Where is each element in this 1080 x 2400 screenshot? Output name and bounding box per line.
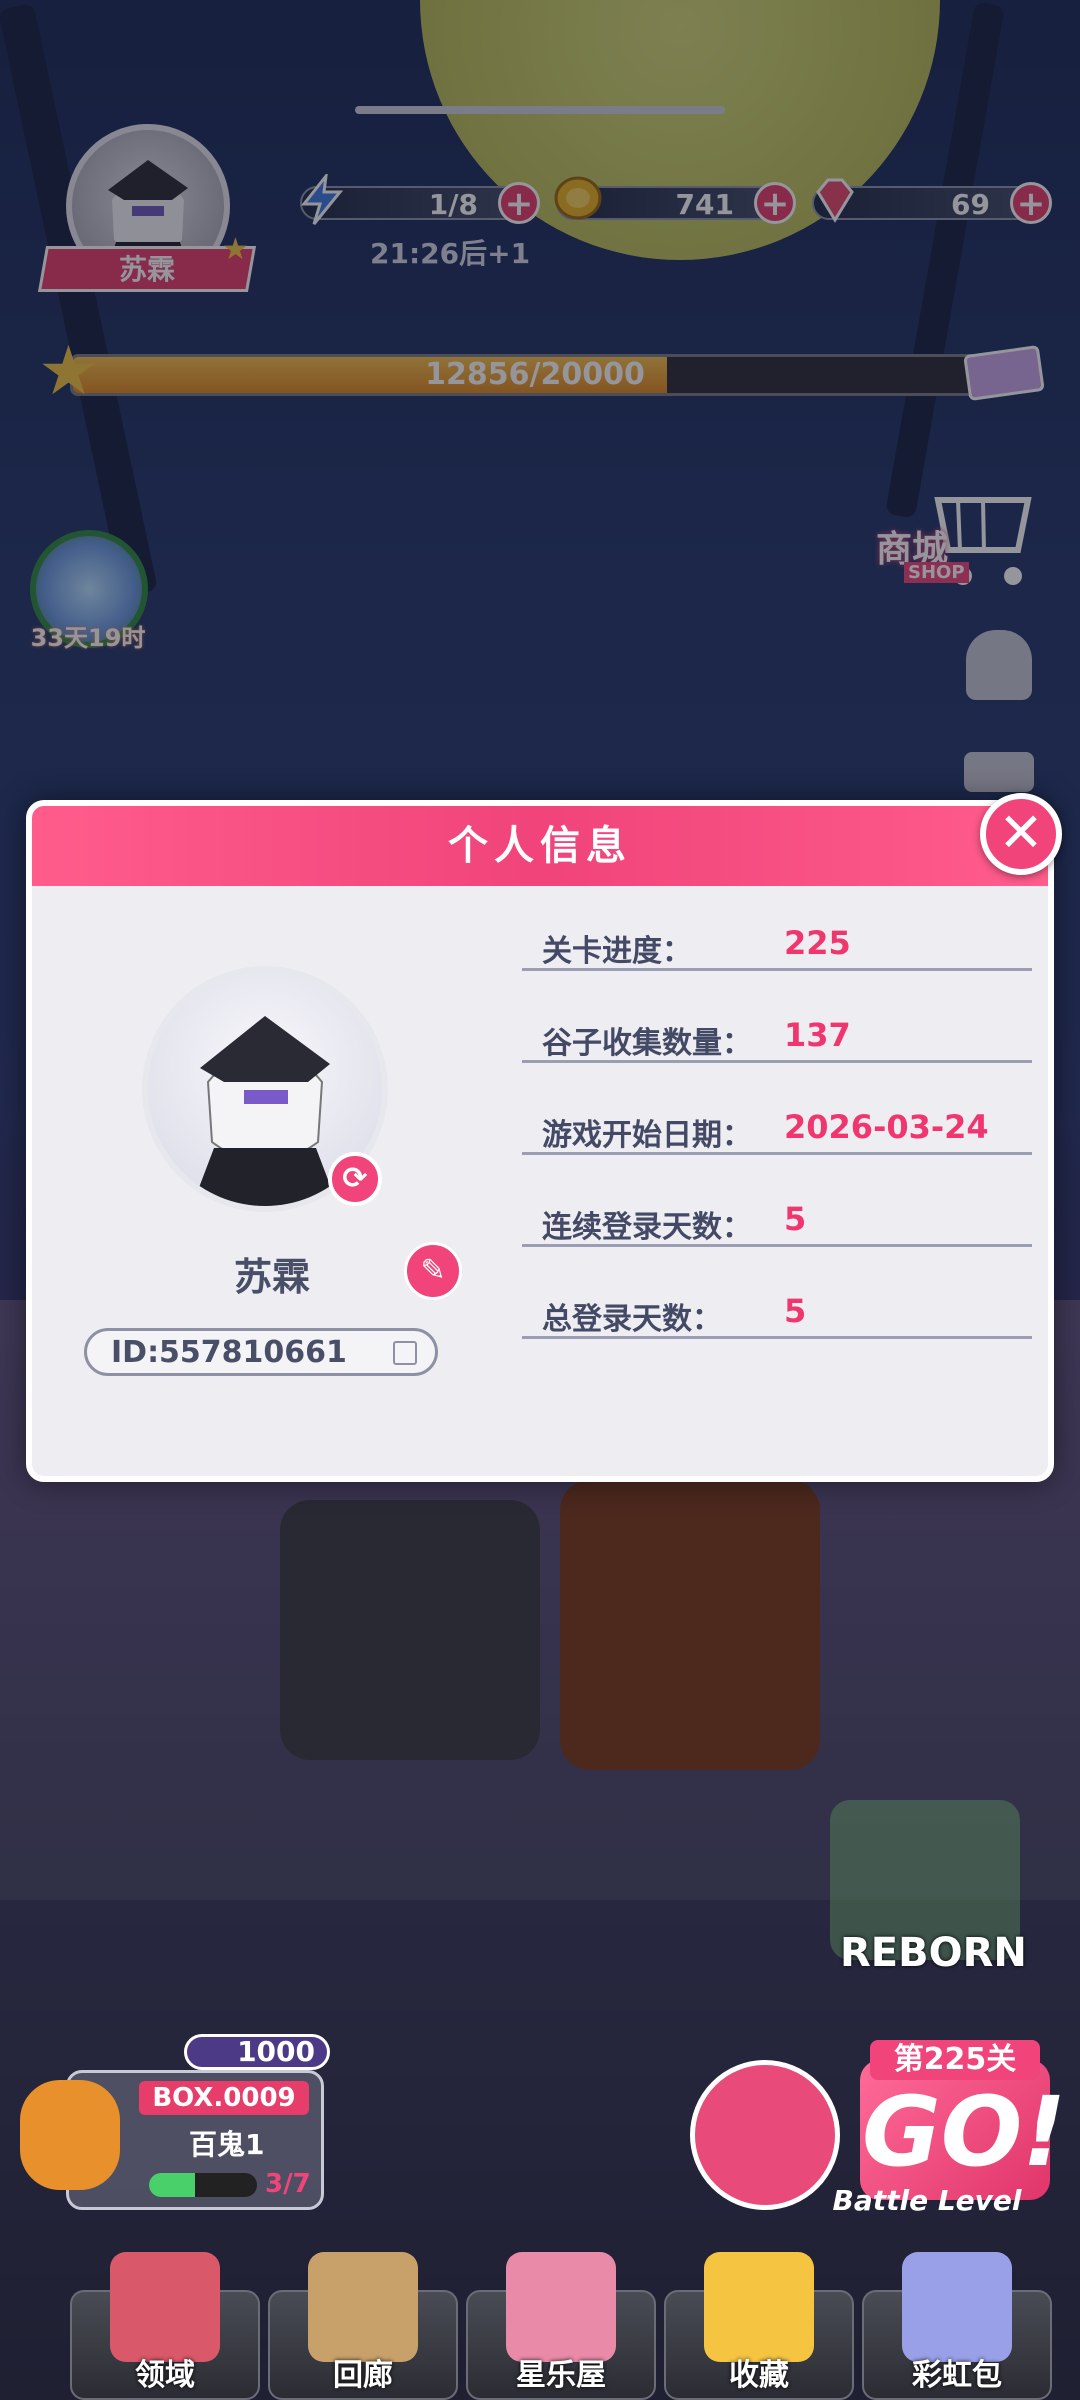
stage-label: 第225关 [870, 2040, 1040, 2080]
edit-name-button[interactable]: ✎ [404, 1242, 462, 1300]
stat-divider [522, 1336, 1032, 1339]
change-avatar-icon[interactable]: ⟳ [328, 1152, 382, 1206]
stat-divider [522, 968, 1032, 971]
stat-value: 137 [784, 1016, 851, 1054]
close-button[interactable]: ✕ [980, 793, 1062, 875]
player-id: ID:557810661 [111, 1335, 347, 1370]
battle-level-label: Battle Level [832, 2184, 1022, 2217]
nav-item[interactable]: 彩虹包 [862, 2252, 1052, 2400]
stat-label: 谷子收集数量： [542, 1026, 752, 1061]
profile-name: 苏霖 [233, 1255, 310, 1299]
box-currency: 1000 [184, 2034, 330, 2070]
stat-divider [522, 1060, 1032, 1063]
stat-label: 游戏开始日期： [542, 1118, 752, 1153]
stat-label: 总登录天数： [542, 1302, 722, 1337]
battle-go-button[interactable]: 第225关 GO! Battle Level [690, 2020, 1067, 2220]
box-name: 百鬼1 [189, 2128, 265, 2161]
copy-icon[interactable] [393, 1341, 417, 1365]
nav-item[interactable]: 收藏 [664, 2252, 854, 2400]
stat-value: 5 [784, 1200, 807, 1238]
box-progress-text: 3/7 [265, 2169, 311, 2199]
stat-label: 连续登录天数： [542, 1210, 752, 1245]
nav-item[interactable]: 领域 [70, 2252, 260, 2400]
stat-label: 关卡进度： [542, 934, 692, 969]
stat-divider [522, 1152, 1032, 1155]
nav-item-label: 领域 [135, 2358, 195, 2393]
nav-item[interactable]: 回廊 [268, 2252, 458, 2400]
nav-item-label: 收藏 [729, 2358, 789, 2393]
nav-item-label: 星乐屋 [516, 2358, 606, 2393]
reborn-label: REBORN [840, 1930, 1027, 1976]
box-progress-bar [149, 2173, 257, 2197]
stat-divider [522, 1244, 1032, 1247]
nav-item-icon [110, 2252, 220, 2362]
box-progress-fill [149, 2173, 196, 2197]
nav-item-label: 回廊 [333, 2358, 393, 2393]
nav-item-icon [308, 2252, 418, 2362]
box-label: BOX.0009 [139, 2081, 309, 2115]
mascot-icon [20, 2080, 120, 2190]
nav-item[interactable]: 星乐屋 [466, 2252, 656, 2400]
nav-item-label: 彩虹包 [912, 2358, 1002, 2393]
go-label: GO! [862, 2076, 1067, 2188]
nav-item-icon [704, 2252, 814, 2362]
profile-dialog: 个人信息 ⟳ 苏霖 ✎ ID:557810661 关卡进度： 225 谷子收集数量：… [26, 800, 1054, 1482]
nav-item-icon [902, 2252, 1012, 2362]
stat-value: 225 [784, 924, 851, 962]
player-id-field: ID:557810661 [84, 1328, 438, 1376]
nav-item-icon [506, 2252, 616, 2362]
stat-value: 2026-03-24 [784, 1108, 989, 1146]
dialog-title: 个人信息 [448, 823, 632, 869]
stat-value: 5 [784, 1292, 807, 1330]
